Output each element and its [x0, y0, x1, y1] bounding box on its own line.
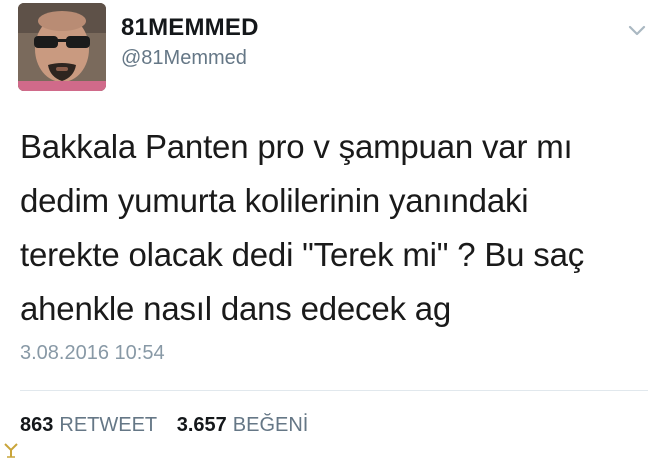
tweet-stats: 863 RETWEET 3.657 BEĞENİ — [20, 414, 308, 437]
retweets-count: 863 — [20, 414, 54, 436]
avatar-image — [18, 3, 106, 91]
retweets-label: RETWEET — [59, 414, 158, 436]
user-handle[interactable]: @81Memmed — [121, 47, 247, 70]
likes-stat[interactable]: 3.657 BEĞENİ — [177, 414, 309, 437]
tweet-text-line: ahenkle nasıl dans edecek ag — [20, 290, 452, 327]
avatar[interactable] — [18, 3, 106, 91]
tweet-text-line: dedim yumurta kolilerinin yanındaki — [20, 182, 529, 219]
display-name[interactable]: 81MEMMED — [121, 14, 259, 42]
likes-count: 3.657 — [176, 414, 227, 436]
retweets-stat[interactable]: 863 RETWEET — [20, 414, 157, 437]
tweet-text: Bakkala Panten pro v şampuan var mı dedi… — [20, 120, 650, 336]
tweet-text-line: terekte olacak dedi "Terek mi" ? Bu saç — [20, 236, 585, 273]
chevron-down-icon[interactable] — [628, 25, 646, 37]
likes-label: BEĞENİ — [232, 414, 309, 436]
tweet-text-line: Bakkala Panten pro v şampuan var mı — [20, 128, 573, 165]
divider — [20, 390, 648, 391]
watermark-icon — [4, 443, 18, 458]
tweet-timestamp[interactable]: 3.08.2016 10:54 — [20, 342, 165, 365]
tweet-card: 81MEMMED @81Memmed Bakkala Panten pro v … — [0, 0, 665, 461]
